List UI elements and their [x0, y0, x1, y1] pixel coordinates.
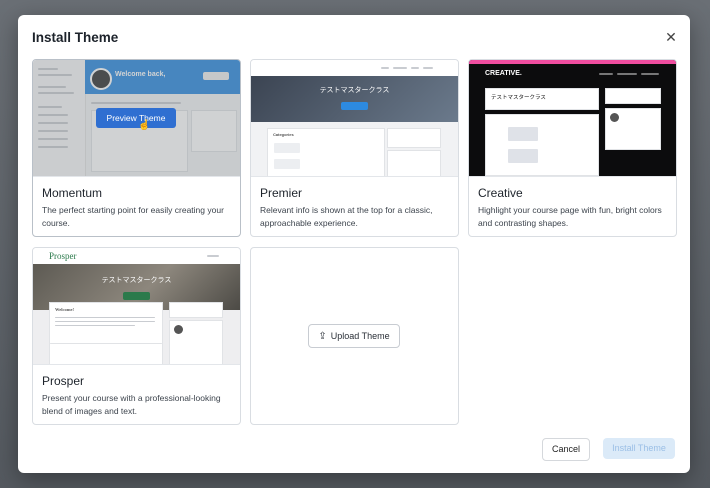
install-theme-button[interactable]: Install Theme — [603, 438, 675, 459]
theme-description: Present your course with a professional-… — [42, 393, 221, 416]
theme-name: Creative — [478, 186, 523, 200]
thumb-title: テストマスタークラス — [101, 277, 172, 284]
thumb-progress-box — [169, 302, 223, 318]
theme-card-prosper[interactable]: Prosper テストマスタークラス Welcome! Prosper Pres… — [32, 247, 241, 425]
preview-theme-button[interactable]: Preview Theme — [96, 108, 176, 128]
theme-thumbnail: Prosper テストマスタークラス Welcome! — [33, 248, 240, 365]
thumb-logo: Prosper — [49, 251, 77, 261]
thumb-categories-box: Categories — [267, 128, 385, 176]
thumb-progress-box — [387, 128, 441, 148]
theme-thumbnail: Welcome back, Preview Theme ☝ — [33, 60, 240, 177]
upload-theme-label: Upload Theme — [330, 331, 390, 341]
upload-theme-button[interactable]: ⇪ Upload Theme — [308, 324, 400, 348]
thumb-logo: CREATIVE. — [485, 70, 522, 77]
thumb-accent-bar — [469, 60, 676, 64]
upload-icon: ⇪ — [318, 331, 327, 342]
thumb-progress-box — [605, 88, 661, 104]
theme-description: The perfect starting point for easily cr… — [42, 205, 224, 228]
thumb-instructor-box — [387, 150, 441, 176]
pointer-cursor-icon: ☝ — [138, 120, 151, 131]
theme-card-premier[interactable]: テストマスタークラス Categories Premier Relevant i… — [250, 59, 459, 237]
cancel-button[interactable]: Cancel — [542, 438, 590, 461]
dialog-title: Install Theme — [32, 30, 119, 45]
theme-thumbnail: CREATIVE. テストマスタークラス — [469, 60, 676, 177]
thumb-hero — [251, 76, 458, 122]
theme-name: Premier — [260, 186, 303, 200]
theme-description: Highlight your course page with fun, bri… — [478, 205, 662, 228]
thumb-instructor-box — [169, 320, 223, 364]
thumb-title: テストマスタークラス — [319, 87, 390, 94]
thumb-button — [123, 292, 150, 300]
install-theme-dialog: Install Theme ✕ Welcome back, Preview Th… — [18, 15, 690, 473]
theme-name: Prosper — [42, 374, 85, 388]
theme-card-creative[interactable]: CREATIVE. テストマスタークラス Creative Highlight … — [468, 59, 677, 237]
thumb-button — [341, 102, 368, 110]
theme-description: Relevant info is shown at the top for a … — [260, 205, 433, 228]
thumb-instructor-box — [605, 108, 661, 150]
thumb-content-box — [485, 114, 599, 176]
upload-theme-card: ⇪ Upload Theme — [250, 247, 459, 425]
close-icon[interactable]: ✕ — [664, 30, 678, 44]
theme-thumbnail: テストマスタークラス Categories — [251, 60, 458, 177]
thumb-title: テストマスタークラス — [491, 95, 546, 101]
thumb-welcome-box: Welcome! — [49, 302, 163, 364]
theme-card-momentum[interactable]: Welcome back, Preview Theme ☝ Momentum T… — [32, 59, 241, 237]
theme-name: Momentum — [42, 186, 103, 200]
thumb-nav — [251, 60, 458, 76]
